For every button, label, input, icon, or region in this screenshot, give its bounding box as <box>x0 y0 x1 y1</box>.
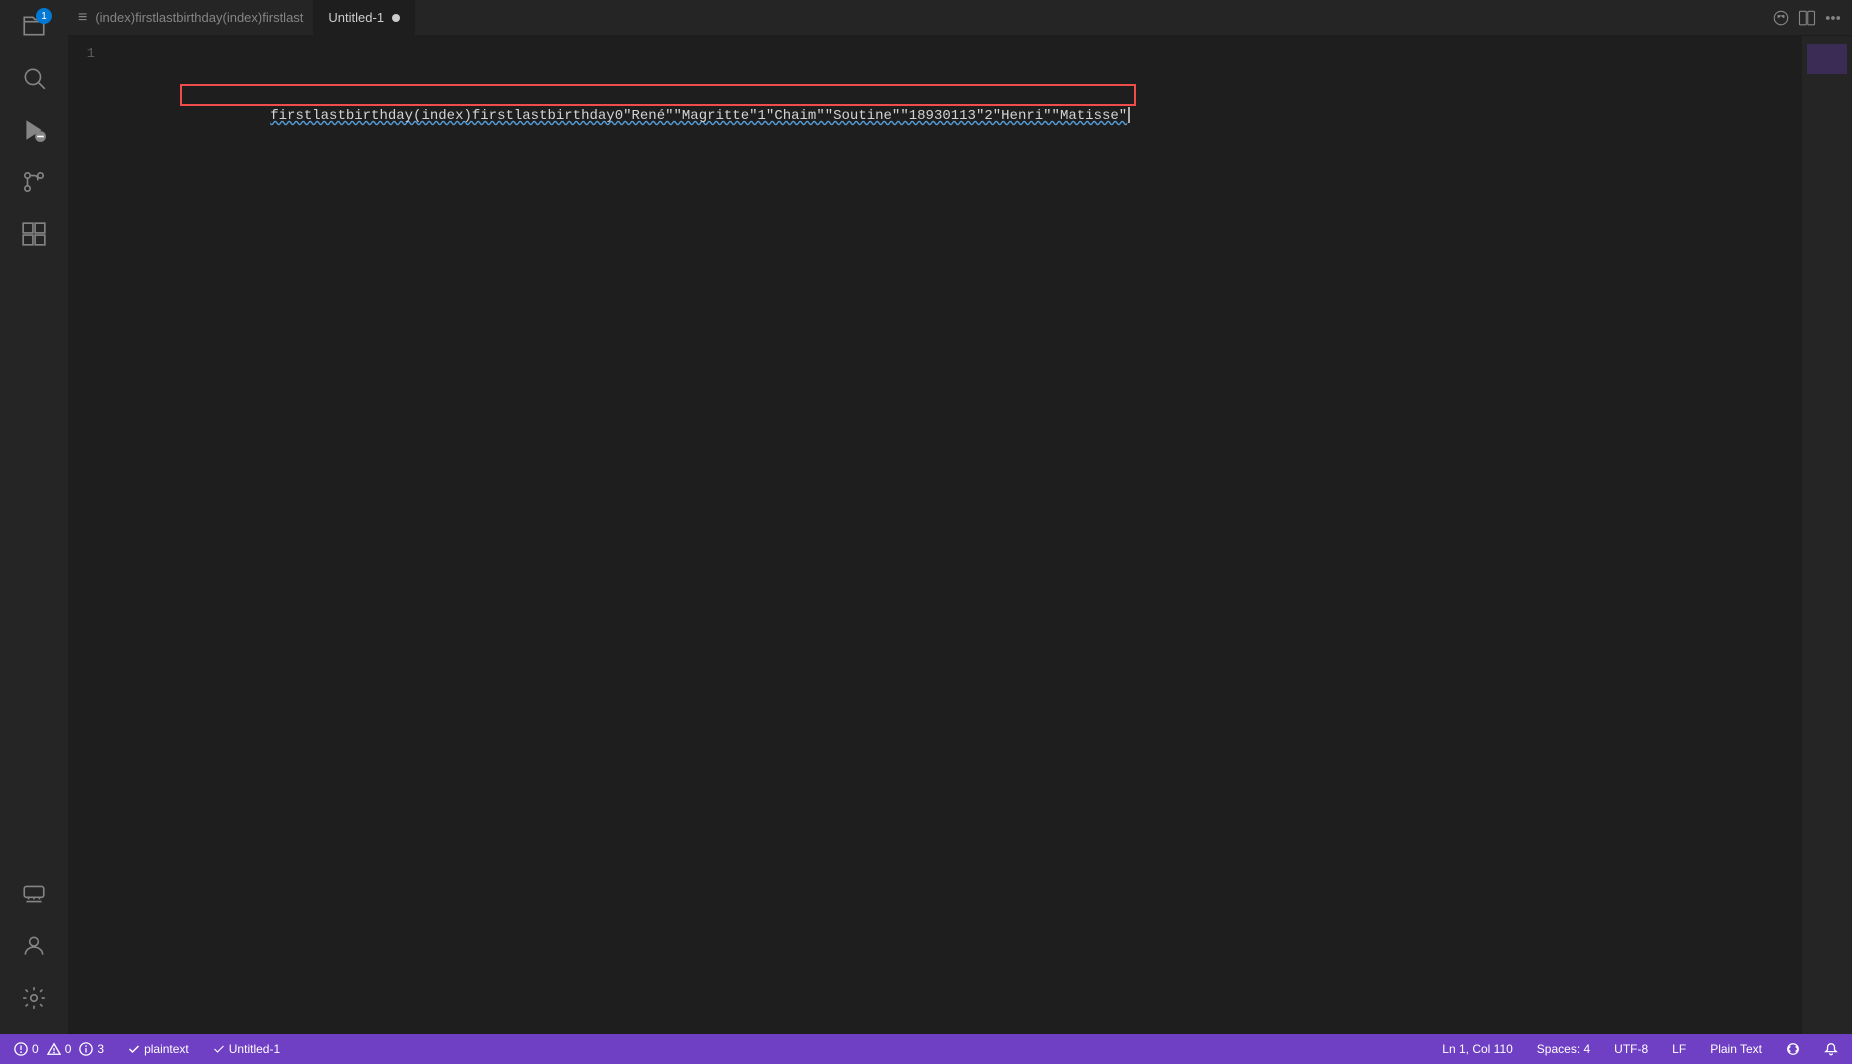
encoding-label: UTF-8 <box>1614 1042 1648 1056</box>
status-bar: 0 0 3 plaintext Un <box>0 1034 1852 1064</box>
remote-explorer-icon[interactable] <box>10 870 58 918</box>
status-language[interactable]: Plain Text <box>1704 1034 1768 1064</box>
tab-right-icons <box>1772 9 1852 27</box>
error-circle-icon <box>14 1042 28 1056</box>
main-content: ≡ (index)firstlastbirthday(index)firstla… <box>68 0 1852 1034</box>
status-bar-right: Ln 1, Col 110 Spaces: 4 UTF-8 LF Plain T… <box>1436 1034 1852 1064</box>
minimap-area <box>1802 36 1852 1034</box>
tab-modified-dot <box>392 14 400 22</box>
position-label: Ln 1, Col 110 <box>1442 1042 1513 1056</box>
status-line-ending[interactable]: LF <box>1666 1034 1692 1064</box>
warning-count: 0 <box>65 1042 72 1056</box>
language-mode-label: plaintext <box>144 1042 189 1056</box>
sync-icon <box>1786 1042 1800 1056</box>
status-encoding[interactable]: UTF-8 <box>1608 1034 1654 1064</box>
sync-status-icon[interactable] <box>1780 1034 1806 1064</box>
account-icon[interactable] <box>10 922 58 970</box>
warning-triangle-icon <box>47 1042 61 1056</box>
tab-bar: ≡ (index)firstlastbirthday(index)firstla… <box>68 0 1852 36</box>
bell-icon <box>1824 1042 1838 1056</box>
activity-bar: 1 <box>0 0 68 1034</box>
selection-box: firstlastbirthday(index)firstlastbirthda… <box>180 84 1136 106</box>
tab-untitled-1[interactable]: Untitled-1 <box>313 0 416 36</box>
info-circle-icon <box>79 1042 93 1056</box>
copilot-icon[interactable] <box>1772 9 1790 27</box>
notifications-status-icon[interactable] <box>1818 1034 1844 1064</box>
code-text: firstlastbirthday(index)firstlastbirthda… <box>270 108 1127 124</box>
status-bar-left: 0 0 3 plaintext Un <box>0 1034 286 1064</box>
status-language-mode[interactable]: plaintext <box>122 1034 195 1064</box>
line-ending-label: LF <box>1672 1042 1686 1056</box>
status-spaces[interactable]: Spaces: 4 <box>1531 1034 1596 1064</box>
run-debug-icon[interactable] <box>10 106 58 154</box>
error-count: 0 <box>32 1042 39 1056</box>
info-count: 3 <box>97 1042 104 1056</box>
spaces-label: Spaces: 4 <box>1537 1042 1590 1056</box>
branch-check-icon <box>213 1043 225 1055</box>
breadcrumb-hamburger[interactable]: ≡ <box>78 9 87 27</box>
status-position[interactable]: Ln 1, Col 110 <box>1436 1034 1519 1064</box>
extensions-icon[interactable] <box>10 210 58 258</box>
line-numbers: 1 <box>68 36 113 1034</box>
tab-label: Untitled-1 <box>328 10 384 25</box>
explorer-icon[interactable]: 1 <box>10 2 58 50</box>
source-control-icon[interactable] <box>10 158 58 206</box>
status-errors[interactable]: 0 0 3 <box>8 1034 110 1064</box>
branch-label: Untitled-1 <box>229 1042 280 1056</box>
more-actions-icon[interactable] <box>1824 9 1842 27</box>
editor-area[interactable]: 1 firstlastbirthday(index)firstlastbirth… <box>68 36 1852 1034</box>
search-activity-icon[interactable] <box>10 54 58 102</box>
cursor <box>1128 107 1130 123</box>
code-line-1[interactable]: firstlastbirthday(index)firstlastbirthda… <box>113 44 1802 64</box>
activity-bar-bottom <box>10 868 58 1034</box>
code-content[interactable]: firstlastbirthday(index)firstlastbirthda… <box>113 36 1802 1034</box>
breadcrumb-area: ≡ (index)firstlastbirthday(index)firstla… <box>68 9 313 27</box>
check-icon <box>128 1043 140 1055</box>
status-branch[interactable]: Untitled-1 <box>207 1034 286 1064</box>
activity-bar-top: 1 <box>10 0 58 868</box>
breadcrumb-text: (index)firstlastbirthday(index)firstlast <box>95 10 303 25</box>
split-editor-icon[interactable] <box>1798 9 1816 27</box>
explorer-badge: 1 <box>36 8 52 24</box>
settings-gear-icon[interactable] <box>10 974 58 1022</box>
language-label: Plain Text <box>1710 1042 1762 1056</box>
line-number-1: 1 <box>68 44 103 64</box>
